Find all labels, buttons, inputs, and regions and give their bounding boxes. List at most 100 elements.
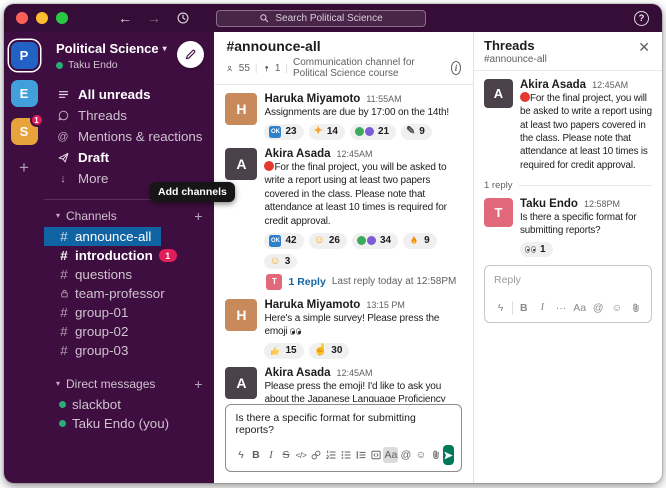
message-timestamp[interactable]: 12:45AM [592,80,628,90]
avatar: T [266,274,282,290]
toolbar-format-button[interactable]: Aa [572,300,587,316]
reaction-pill[interactable]: ☺26 [309,233,347,249]
workspace-tile-p[interactable]: P [11,42,38,69]
close-threads-button[interactable]: ✕ [636,38,652,56]
sidebar-item-mentions-reactions[interactable]: @Mentions & reactions [44,126,214,147]
eyes-emoji [525,246,536,253]
message-timestamp[interactable]: 12:58PM [584,199,620,209]
pins-count[interactable]: 1 [275,63,281,74]
message-input[interactable]: Is there a specific format for submittin… [226,405,461,442]
toolbar-bold-button[interactable]: B [516,300,531,316]
toolbar-italic-button[interactable]: I [535,300,550,316]
dms-section-header[interactable]: ▾ Direct messages + [44,372,214,395]
toolbar-attach-button[interactable] [428,447,443,463]
reaction-row: OK42 ☺26 34 9 ☺3 [264,233,462,269]
message-timestamp[interactable]: 12:45AM [337,368,373,378]
workspace-menu-button[interactable]: Political Science ▾ [56,41,167,56]
help-button[interactable]: ? [634,11,649,26]
search-bar[interactable]: Search Political Science [216,10,426,27]
sidebar-item-all-unreads[interactable]: All unreads [44,84,163,105]
reaction-pill[interactable]: 1 [520,242,553,257]
red-circle-emoji [520,92,530,102]
add-workspace-button[interactable]: + [19,159,29,176]
reaction-pill[interactable]: 15 [264,343,303,359]
toolbar-code-button[interactable]: </> [293,447,308,463]
message-text: For the final project, you will be asked… [520,92,652,172]
thread-reply-input[interactable]: Reply [485,266,651,297]
message-author[interactable]: Haruka Miyamoto [264,93,360,105]
workspace-tile-e[interactable]: E [11,80,38,107]
channel-item-questions[interactable]: #questions [44,265,142,284]
reaction-pill[interactable]: OK23 [264,124,303,140]
reaction-pill[interactable]: 34 [352,233,398,249]
add-dm-button[interactable]: + [194,377,202,391]
reaction-pill[interactable]: 21 [350,124,396,140]
toolbar-link-button[interactable] [308,447,323,463]
sidebar-item-label: More [78,171,108,186]
message-author[interactable]: Taku Endo [520,198,578,210]
channel-item-group-01[interactable]: #group-01 [44,303,138,322]
send-button[interactable] [443,445,454,465]
toolbar-ordered-list-button[interactable] [323,447,338,463]
toolbar-bulleted-list-button[interactable] [338,447,353,463]
toolbar-mention-button[interactable]: @ [591,300,606,316]
sidebar-item-more[interactable]: ↓More [44,168,120,189]
workspace-tile-s[interactable]: S1 [11,118,38,145]
thread-reply-bar[interactable]: T1 ReplyLast reply today at 12:58PM [264,273,458,291]
message-timestamp[interactable]: 11:55AM [366,94,401,104]
toolbar-lightning-button[interactable]: ϟ [233,447,248,463]
message-author[interactable]: Akira Asada [264,148,330,160]
toolbar-emoji-button[interactable]: ☺ [413,447,428,463]
reaction-count: 26 [329,235,340,246]
members-count[interactable]: 55 [239,63,250,74]
message-author[interactable]: Haruka Miyamoto [264,299,360,311]
toolbar-attach-button[interactable] [628,300,643,316]
toolbar-bold-button[interactable]: B [248,447,263,463]
channel-item-team-professor[interactable]: team-professor [44,284,175,303]
sidebar-item-draft[interactable]: Draft [44,147,121,168]
toolbar-strikethrough-button[interactable]: S [278,447,293,463]
toolbar-code-block-button[interactable] [368,447,383,463]
toolbar-mention-button[interactable]: @ [398,447,413,463]
reaction-pill[interactable]: ☺3 [264,254,297,269]
message-author[interactable]: Akira Asada [520,79,586,91]
message-author[interactable]: Akira Asada [264,367,330,379]
reaction-pill[interactable]: ✦14 [309,124,345,140]
reaction-row: 1 [520,242,652,257]
dm-item-slackbot[interactable]: slackbot [44,395,131,414]
channel-info-button[interactable]: i [451,61,461,75]
history-button[interactable] [176,11,190,25]
history-forward-button[interactable]: → [147,11,161,25]
toolbar-blockquote-button[interactable] [353,447,368,463]
toolbar-italic-button[interactable]: I [263,447,278,463]
reaction-pill[interactable]: ☝30 [309,343,350,359]
channel-topic[interactable]: Communication channel for Political Scie… [293,57,446,79]
reaction-count: 14 [327,126,338,137]
close-window-button[interactable] [16,12,28,24]
toolbar-emoji-button[interactable]: ☺ [609,300,624,316]
toolbar-format-button[interactable]: Aa [383,447,398,463]
message-timestamp[interactable]: 12:45AM [337,149,373,159]
dm-item-taku-endo-you-[interactable]: Taku Endo (you) [44,414,179,433]
compose-button[interactable] [177,41,204,68]
reaction-pill[interactable]: 9 [403,233,437,249]
zoom-window-button[interactable] [56,12,68,24]
history-back-button[interactable]: ← [118,11,132,25]
threads-header: Threads #announce-all ✕ [474,32,662,71]
channel-item-introduction[interactable]: #introduction1 [44,246,187,265]
reaction-count: 34 [380,235,391,246]
toolbar-more-button[interactable]: ··· [554,300,569,316]
channel-item-group-02[interactable]: #group-02 [44,322,138,341]
toolbar-lightning-button[interactable]: ϟ [493,300,508,316]
reaction-pill[interactable]: ✎9 [401,124,432,140]
channel-item-announce-all[interactable]: #announce-all [44,227,161,246]
channel-item-group-03[interactable]: #group-03 [44,341,138,360]
search-icon [259,13,269,23]
channels-section-header[interactable]: ▾ Channels + [44,204,214,227]
reaction-pill[interactable]: OK42 [264,233,303,249]
add-channel-button[interactable]: + [194,209,202,223]
sidebar-item-threads[interactable]: Threads [44,105,139,126]
message-timestamp[interactable]: 13:15 PM [366,300,405,310]
unread-badge: 1 [30,113,44,127]
minimize-window-button[interactable] [36,12,48,24]
